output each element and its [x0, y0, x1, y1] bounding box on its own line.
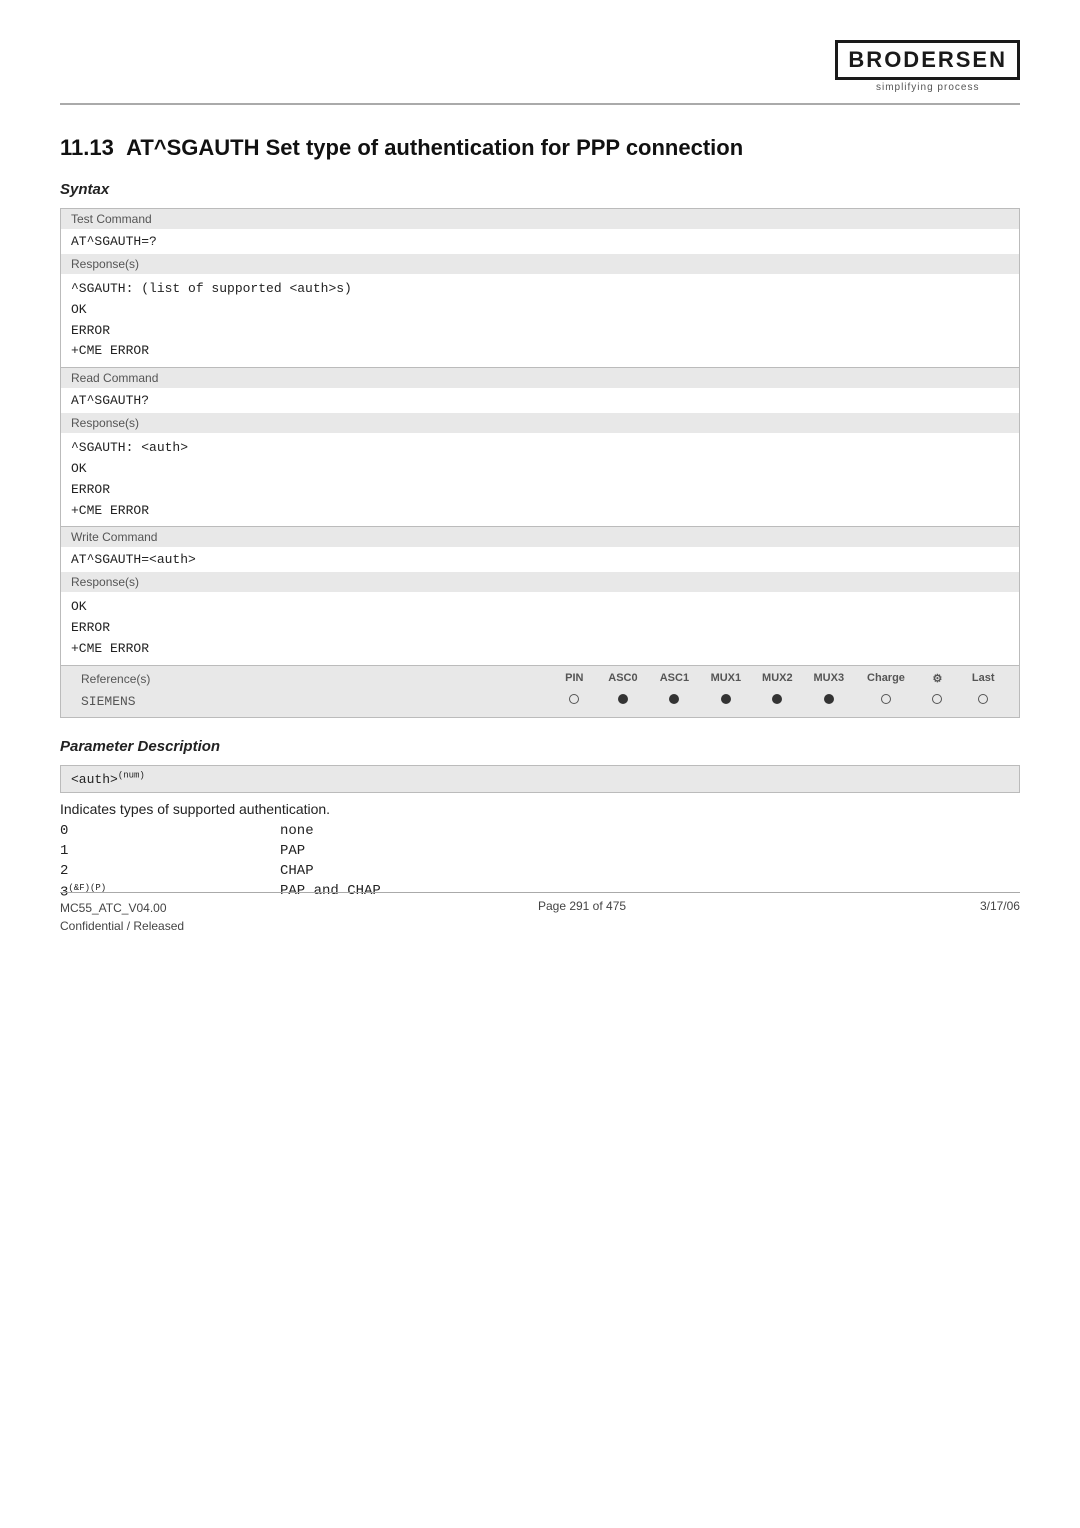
- circle-empty-icon: [569, 694, 579, 704]
- param-key-0: 0: [60, 823, 280, 839]
- circle-empty-icon: [978, 694, 988, 704]
- section-number: 11.13: [60, 135, 114, 160]
- footer-left: MC55_ATC_V04.00 Confidential / Released: [60, 899, 184, 935]
- circle-filled-icon: [824, 694, 834, 704]
- write-command-row: AT^SGAUTH=<auth>: [61, 547, 1020, 572]
- col-asc0: ASC0: [597, 669, 648, 689]
- param-super: (num): [118, 771, 145, 781]
- param-value-2: 2 CHAP: [60, 863, 1020, 879]
- test-response-text: ^SGAUTH: (list of supported <auth>s) OK …: [61, 274, 1020, 368]
- param-values-list: 0 none 1 PAP 2 CHAP 3(&F)(P) PAP and CHA…: [60, 823, 1020, 901]
- siemens-mux3: [803, 689, 854, 714]
- param-name: <auth>(num): [71, 772, 145, 787]
- siemens-name: SIEMENS: [71, 689, 551, 714]
- col-gear: ⚙: [917, 669, 957, 689]
- read-command-label-row: Read Command: [61, 368, 1020, 389]
- read-command-text: AT^SGAUTH?: [61, 388, 1020, 413]
- col-mux1: MUX1: [700, 669, 751, 689]
- section-heading: 11.13 AT^SGAUTH Set type of authenticati…: [60, 135, 1020, 161]
- write-command-text: AT^SGAUTH=<auth>: [61, 547, 1020, 572]
- test-command-text: AT^SGAUTH=?: [61, 229, 1020, 254]
- param-box: <auth>(num): [60, 765, 1020, 793]
- footer-page: Page 291 of 475: [538, 899, 626, 935]
- footer-doc-id: MC55_ATC_V04.00: [60, 899, 184, 917]
- logo-text: BRODERSEN: [835, 40, 1020, 80]
- write-response-text: OK ERROR +CME ERROR: [61, 592, 1020, 665]
- read-response-row: ^SGAUTH: <auth> OK ERROR +CME ERROR: [61, 433, 1020, 527]
- read-command-label: Read Command: [61, 368, 1020, 389]
- references-header-row: Reference(s) PIN ASC0 ASC1 MUX1 MUX2 MUX…: [71, 669, 1009, 689]
- page-footer: MC55_ATC_V04.00 Confidential / Released …: [60, 892, 1020, 935]
- read-response-text: ^SGAUTH: <auth> OK ERROR +CME ERROR: [61, 433, 1020, 527]
- circle-filled-icon: [669, 694, 679, 704]
- circle-filled-icon: [721, 694, 731, 704]
- test-command-label-row: Test Command: [61, 209, 1020, 230]
- param-val-2: CHAP: [280, 863, 314, 879]
- circle-filled-icon: [618, 694, 628, 704]
- param-key-1: 1: [60, 843, 280, 859]
- col-pin: PIN: [551, 669, 597, 689]
- circle-empty-icon: [932, 694, 942, 704]
- param-val-0: none: [280, 823, 314, 839]
- siemens-asc0: [597, 689, 648, 714]
- logo-sub: simplifying process: [835, 82, 1020, 93]
- read-response-label-row: Response(s): [61, 413, 1020, 433]
- read-response-label: Response(s): [61, 413, 1020, 433]
- param-desc-heading: Parameter Description: [60, 738, 1020, 755]
- write-response-row: OK ERROR +CME ERROR: [61, 592, 1020, 665]
- read-command-row: AT^SGAUTH?: [61, 388, 1020, 413]
- siemens-row: SIEMENS: [71, 689, 1009, 714]
- section-title: AT^SGAUTH Set type of authentication for…: [126, 135, 743, 160]
- circle-empty-icon: [881, 694, 891, 704]
- syntax-table: Test Command AT^SGAUTH=? Response(s) ^SG…: [60, 208, 1020, 718]
- write-command-label-row: Write Command: [61, 527, 1020, 548]
- col-last: Last: [957, 669, 1009, 689]
- logo: BRODERSEN simplifying process: [835, 40, 1020, 93]
- param-val-1: PAP: [280, 843, 305, 859]
- col-mux3: MUX3: [803, 669, 854, 689]
- test-response-label-row: Response(s): [61, 254, 1020, 274]
- siemens-pin: [551, 689, 597, 714]
- param-value-0: 0 none: [60, 823, 1020, 839]
- siemens-last: [957, 689, 1009, 714]
- circle-filled-icon: [772, 694, 782, 704]
- siemens-asc1: [649, 689, 700, 714]
- col-mux2: MUX2: [752, 669, 803, 689]
- references-inner-table: Reference(s) PIN ASC0 ASC1 MUX1 MUX2 MUX…: [71, 669, 1009, 714]
- param-description-text: Indicates types of supported authenticat…: [60, 801, 1020, 817]
- param-value-1: 1 PAP: [60, 843, 1020, 859]
- test-response-row: ^SGAUTH: (list of supported <auth>s) OK …: [61, 274, 1020, 368]
- write-command-label: Write Command: [61, 527, 1020, 548]
- page-header: BRODERSEN simplifying process: [60, 40, 1020, 105]
- footer-date: 3/17/06: [980, 899, 1020, 935]
- test-command-label: Test Command: [61, 209, 1020, 230]
- col-asc1: ASC1: [649, 669, 700, 689]
- siemens-charge: [855, 689, 918, 714]
- test-command-row: AT^SGAUTH=?: [61, 229, 1020, 254]
- references-label: Reference(s): [71, 669, 551, 689]
- param-key-2: 2: [60, 863, 280, 879]
- write-response-label-row: Response(s): [61, 572, 1020, 592]
- footer-status: Confidential / Released: [60, 917, 184, 935]
- col-charge: Charge: [855, 669, 918, 689]
- siemens-mux2: [752, 689, 803, 714]
- syntax-heading: Syntax: [60, 181, 1020, 198]
- siemens-mux1: [700, 689, 751, 714]
- write-response-label: Response(s): [61, 572, 1020, 592]
- test-response-label: Response(s): [61, 254, 1020, 274]
- references-label-row: Reference(s) PIN ASC0 ASC1 MUX1 MUX2 MUX…: [61, 665, 1020, 717]
- siemens-gear: [917, 689, 957, 714]
